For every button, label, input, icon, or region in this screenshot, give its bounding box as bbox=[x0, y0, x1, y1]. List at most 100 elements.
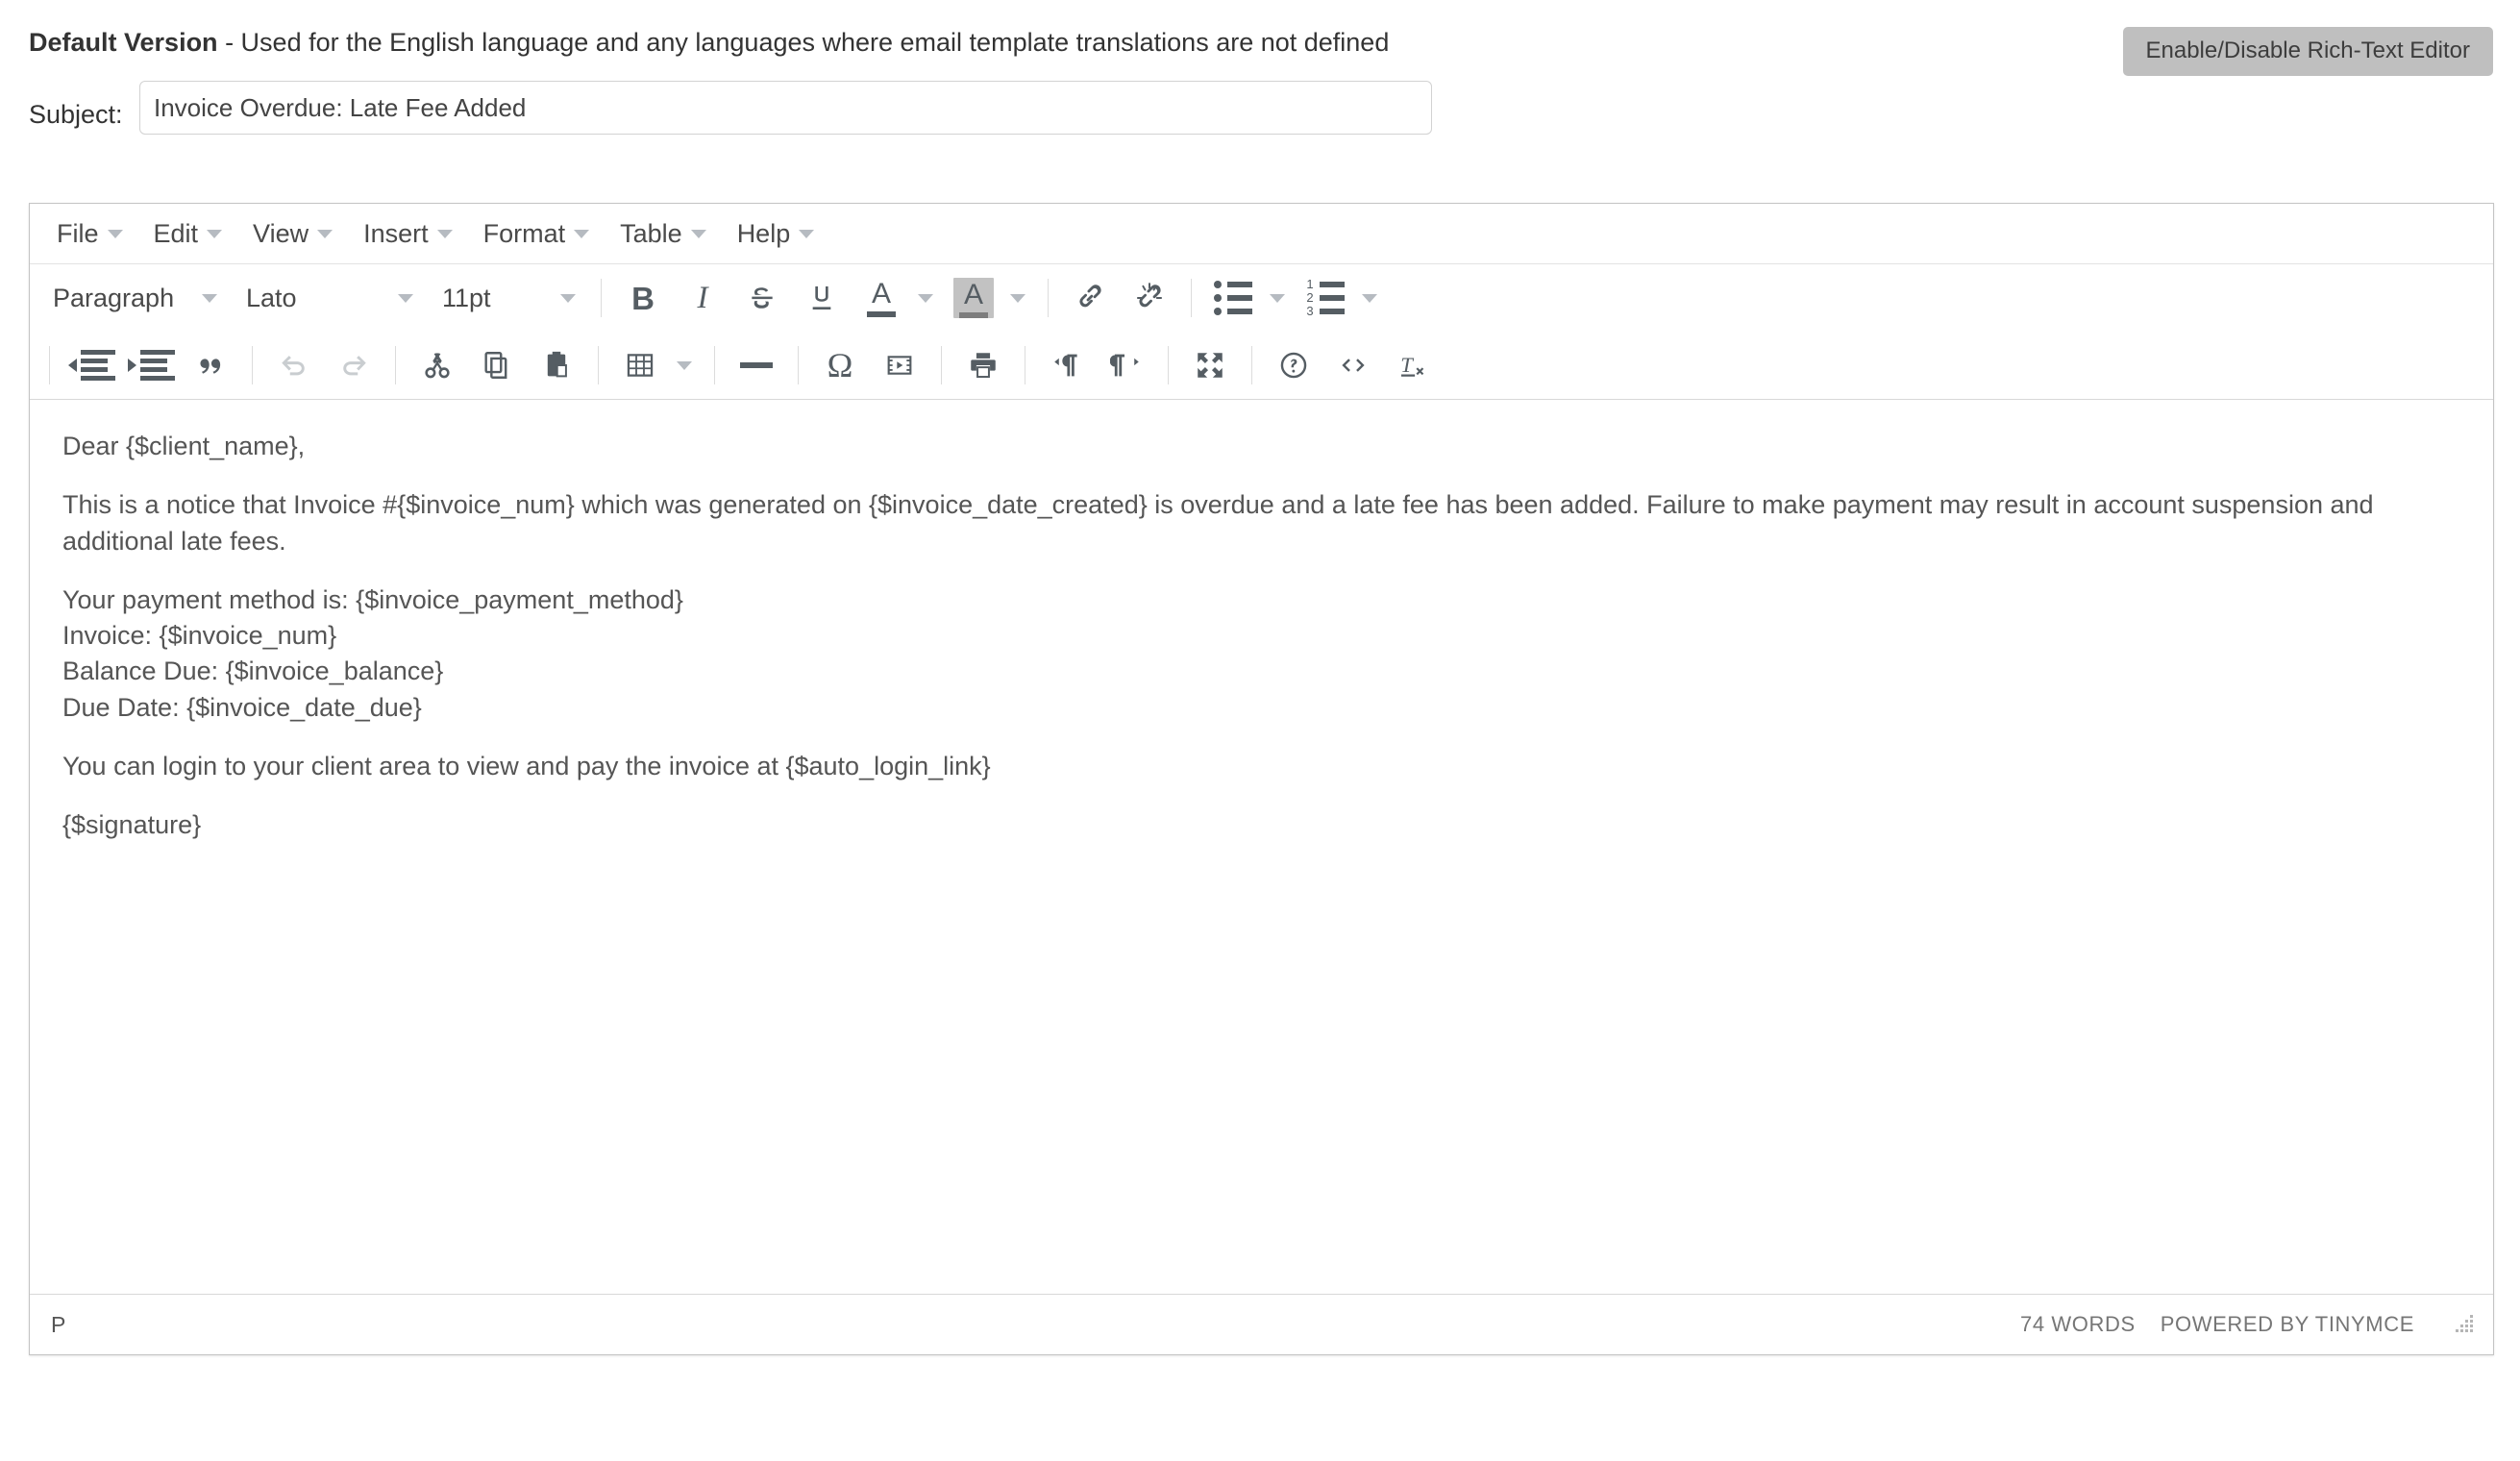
chevron-down-icon bbox=[1270, 293, 1285, 303]
editor-menubar: File Edit View Insert Format Table Help bbox=[30, 204, 2493, 264]
blockquote-icon bbox=[200, 359, 221, 374]
clear-formatting-button[interactable]: T bbox=[1385, 339, 1441, 391]
enable-disable-rich-text-editor-button[interactable]: Enable/Disable Rich-Text Editor bbox=[2122, 27, 2493, 76]
menu-help[interactable]: Help bbox=[722, 212, 830, 256]
horizontal-rule-button[interactable] bbox=[729, 339, 784, 391]
font-family-select[interactable]: Lato bbox=[233, 275, 425, 321]
chevron-down-icon bbox=[202, 293, 217, 303]
source-code-button[interactable] bbox=[1325, 339, 1381, 391]
underline-button[interactable] bbox=[794, 272, 850, 324]
subject-input[interactable] bbox=[139, 81, 1432, 135]
chevron-down-icon bbox=[918, 293, 933, 303]
outdent-button[interactable] bbox=[63, 339, 119, 391]
undo-button[interactable] bbox=[266, 339, 322, 391]
chevron-down-icon bbox=[1362, 293, 1377, 303]
menu-insert[interactable]: Insert bbox=[348, 212, 468, 256]
paste-button[interactable] bbox=[529, 339, 584, 391]
italic-icon: I bbox=[697, 280, 708, 315]
text-color-split[interactable]: A bbox=[853, 272, 942, 324]
italic-button[interactable]: I bbox=[675, 272, 730, 324]
menu-format-label: Format bbox=[482, 218, 566, 248]
menu-table[interactable]: Table bbox=[605, 212, 722, 256]
unlink-button[interactable] bbox=[1122, 272, 1177, 324]
bold-icon: B bbox=[631, 280, 655, 316]
text-color-button[interactable]: A bbox=[853, 272, 909, 324]
bullet-list-icon bbox=[1214, 281, 1252, 315]
copy-icon bbox=[484, 352, 507, 379]
editor-statusbar: P 74 WORDS POWERED BY TINYMCE bbox=[30, 1294, 2493, 1354]
text-color-icon: A bbox=[867, 279, 896, 317]
bullet-list-dropdown-button[interactable] bbox=[1261, 272, 1294, 324]
bullet-list-split[interactable] bbox=[1205, 272, 1294, 324]
indent-button[interactable] bbox=[123, 339, 179, 391]
link-icon bbox=[1079, 285, 1101, 308]
redo-button[interactable] bbox=[326, 339, 382, 391]
toolbar-separator bbox=[1168, 346, 1169, 384]
strikethrough-button[interactable] bbox=[734, 272, 790, 324]
rtl-button[interactable] bbox=[1099, 339, 1154, 391]
editor-toolbar-row-2: Ω T bbox=[30, 332, 2493, 400]
underline-icon bbox=[812, 286, 831, 310]
rtl-paragraph-icon bbox=[1110, 354, 1139, 377]
fullscreen-button[interactable] bbox=[1182, 339, 1238, 391]
bullet-list-button[interactable] bbox=[1205, 272, 1261, 324]
table-dropdown-button[interactable] bbox=[668, 339, 701, 391]
resize-handle[interactable] bbox=[2453, 1313, 2476, 1336]
background-color-dropdown-button[interactable] bbox=[1001, 272, 1034, 324]
text-color-dropdown-button[interactable] bbox=[909, 272, 942, 324]
font-family-value: Lato bbox=[246, 283, 297, 312]
chevron-down-icon bbox=[574, 229, 590, 238]
toolbar-separator bbox=[798, 346, 799, 384]
numbered-list-button[interactable]: 1 2 3 bbox=[1297, 272, 1353, 324]
print-button[interactable] bbox=[955, 339, 1011, 391]
toolbar-separator bbox=[1251, 346, 1252, 384]
background-color-button[interactable]: A bbox=[946, 272, 1001, 324]
menu-view[interactable]: View bbox=[237, 212, 348, 256]
copy-button[interactable] bbox=[469, 339, 525, 391]
content-login-line: You can login to your client area to vie… bbox=[62, 751, 991, 780]
version-description: Default Version - Used for the English l… bbox=[29, 28, 1389, 58]
element-path[interactable]: P bbox=[51, 1312, 66, 1338]
horizontal-rule-icon bbox=[740, 362, 773, 368]
omega-icon: Ω bbox=[827, 346, 853, 384]
paste-icon bbox=[547, 351, 567, 378]
table-icon bbox=[627, 354, 654, 377]
help-button[interactable] bbox=[1266, 339, 1322, 391]
menu-format[interactable]: Format bbox=[468, 212, 605, 256]
cut-button[interactable] bbox=[409, 339, 465, 391]
media-icon bbox=[887, 356, 912, 375]
font-size-select[interactable]: 11pt bbox=[429, 275, 587, 321]
chevron-down-icon bbox=[107, 229, 123, 238]
tinymce-branding: POWERED BY TINYMCE bbox=[2160, 1312, 2414, 1336]
special-character-button[interactable]: Ω bbox=[812, 339, 868, 391]
menu-edit[interactable]: Edit bbox=[138, 212, 238, 256]
numbered-list-split[interactable]: 1 2 3 bbox=[1297, 272, 1386, 324]
editor-content-area[interactable]: Dear {$client_name}, This is a notice th… bbox=[30, 400, 2493, 1294]
unlink-icon bbox=[1136, 283, 1163, 308]
ltr-button[interactable] bbox=[1039, 339, 1095, 391]
version-title: Default Version bbox=[29, 28, 218, 57]
help-circle-icon bbox=[1280, 352, 1307, 379]
table-button[interactable] bbox=[612, 339, 668, 391]
word-count[interactable]: 74 WORDS bbox=[2020, 1312, 2136, 1337]
table-split[interactable] bbox=[612, 339, 701, 391]
insert-link-button[interactable] bbox=[1062, 272, 1118, 324]
insert-media-button[interactable] bbox=[872, 339, 927, 391]
numbered-list-dropdown-button[interactable] bbox=[1353, 272, 1386, 324]
background-color-split[interactable]: A bbox=[946, 272, 1034, 324]
tinymce-editor: File Edit View Insert Format Table Help bbox=[29, 203, 2494, 1355]
menu-insert-label: Insert bbox=[363, 218, 429, 248]
redo-icon bbox=[343, 356, 366, 376]
background-color-icon: A bbox=[953, 278, 994, 318]
version-subtext: - Used for the English language and any … bbox=[217, 28, 1390, 57]
undo-icon bbox=[282, 356, 305, 376]
block-format-select[interactable]: Paragraph bbox=[39, 275, 229, 321]
source-code-icon bbox=[1342, 359, 1365, 372]
strikethrough-icon bbox=[752, 287, 773, 309]
content-invoice-details: Your payment method is: {$invoice_paymen… bbox=[62, 584, 683, 722]
printer-icon bbox=[971, 353, 996, 379]
bold-button[interactable]: B bbox=[615, 272, 671, 324]
indent-icon bbox=[127, 350, 175, 381]
blockquote-button[interactable] bbox=[183, 339, 238, 391]
menu-file[interactable]: File bbox=[41, 212, 138, 256]
